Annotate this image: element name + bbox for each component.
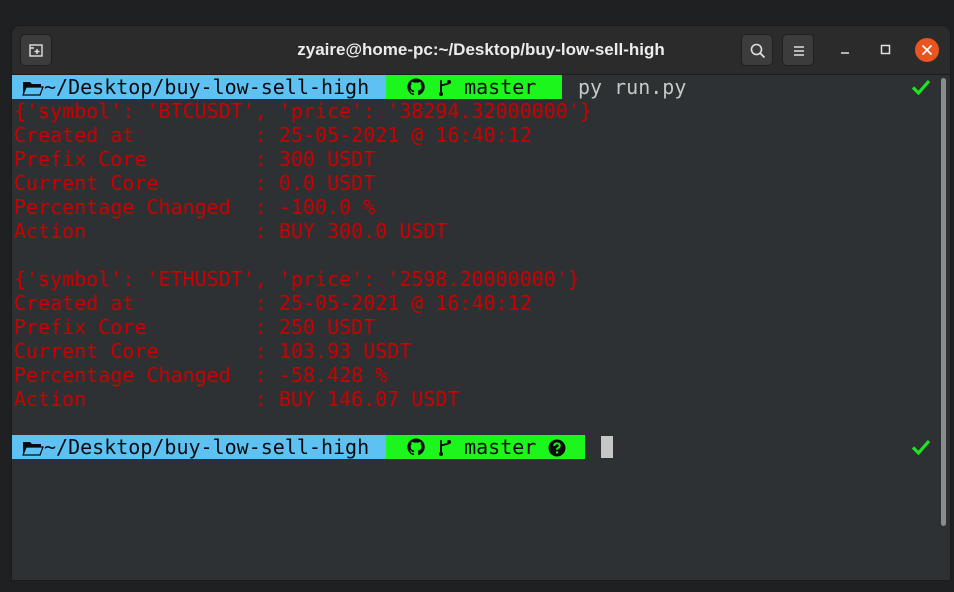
search-button[interactable] xyxy=(741,34,773,66)
output-row: Percentage Changed : -58.428 % xyxy=(14,363,387,387)
prompt-path-segment: ~/Desktop/buy-low-sell-high xyxy=(12,435,386,459)
output-label: Action xyxy=(14,219,255,243)
output-value: : 103.93 USDT xyxy=(254,339,412,363)
output-label: Prefix Core xyxy=(14,315,255,339)
output-value: : 25-05-2021 @ 16:40:12 xyxy=(254,291,532,315)
output-label: Percentage Changed xyxy=(14,195,255,219)
output-row: Action : BUY 300.0 USDT xyxy=(14,219,447,243)
scrollbar[interactable] xyxy=(941,78,946,526)
output-label: Created at xyxy=(14,123,255,147)
hamburger-menu-icon xyxy=(794,46,804,56)
output-header: {'symbol': 'ETHUSDT', 'price': '2598.200… xyxy=(14,267,580,291)
output-value: : BUY 146.07 USDT xyxy=(254,387,460,411)
output-value: : 0.0 USDT xyxy=(254,171,376,195)
text-cursor xyxy=(601,436,613,458)
git-branch-icon xyxy=(439,80,452,96)
folder-icon xyxy=(22,442,44,456)
maximize-button[interactable] xyxy=(874,38,898,62)
check-icon xyxy=(912,79,930,95)
prompt-path-text: ~/Desktop/buy-low-sell-high xyxy=(44,435,370,459)
output-row: Current Core : 0.0 USDT xyxy=(14,171,375,195)
prompt-git-segment: master xyxy=(386,75,562,99)
output-row: Created at : 25-05-2021 @ 16:40:12 xyxy=(14,291,532,315)
output-label: Current Core xyxy=(14,171,255,195)
output-label: Percentage Changed xyxy=(14,363,255,387)
output-value: : 300 USDT xyxy=(254,147,376,171)
output-value: : -100.0 % xyxy=(254,195,376,219)
output-label: Created at xyxy=(14,291,255,315)
maximize-icon xyxy=(880,44,891,55)
output-value: : -58.428 % xyxy=(254,363,388,387)
minimize-button[interactable] xyxy=(834,38,858,62)
search-icon xyxy=(750,43,766,59)
title-bar: zyaire@home-pc:~/Desktop/buy-low-sell-hi… xyxy=(12,26,950,75)
github-icon xyxy=(407,438,425,456)
prompt-path-text: ~/Desktop/buy-low-sell-high xyxy=(44,75,370,99)
output-value: : 25-05-2021 @ 16:40:12 xyxy=(254,123,532,147)
output-row: Created at : 25-05-2021 @ 16:40:12 xyxy=(14,123,532,147)
output-header: {'symbol': 'BTCUSDT', 'price': '38294.32… xyxy=(14,99,592,123)
command-text: py run.py xyxy=(578,75,687,99)
output-label: Prefix Core xyxy=(14,147,255,171)
terminal-output[interactable]: ~/Desktop/buy-low-sell-high master py ru… xyxy=(12,74,950,580)
output-label: Action xyxy=(14,387,255,411)
close-icon xyxy=(921,44,933,56)
prompt-git-segment: master xyxy=(386,435,585,459)
output-row: Prefix Core : 250 USDT xyxy=(14,315,375,339)
prompt-branch-text: master xyxy=(464,75,537,99)
prompt-branch-text: master xyxy=(464,435,537,459)
output-value: : 250 USDT xyxy=(254,315,376,339)
terminal-window: zyaire@home-pc:~/Desktop/buy-low-sell-hi… xyxy=(12,26,950,580)
output-value: : BUY 300.0 USDT xyxy=(254,219,448,243)
github-icon xyxy=(407,78,425,96)
output-row: Prefix Core : 300 USDT xyxy=(14,147,375,171)
question-circle-icon xyxy=(548,439,566,457)
menu-button[interactable] xyxy=(782,34,814,66)
prompt-path-segment: ~/Desktop/buy-low-sell-high xyxy=(12,75,386,99)
close-button[interactable] xyxy=(915,38,939,62)
prompt-git-arrow xyxy=(573,435,585,459)
output-row: Percentage Changed : -100.0 % xyxy=(14,195,375,219)
output-label: Current Core xyxy=(14,339,255,363)
output-row: Current Core : 103.93 USDT xyxy=(14,339,411,363)
output-row: Action : BUY 146.07 USDT xyxy=(14,387,460,411)
prompt-git-arrow xyxy=(550,75,562,99)
git-branch-icon xyxy=(439,440,452,456)
check-icon xyxy=(912,439,930,455)
folder-icon xyxy=(22,82,44,96)
minimize-icon xyxy=(841,52,849,54)
